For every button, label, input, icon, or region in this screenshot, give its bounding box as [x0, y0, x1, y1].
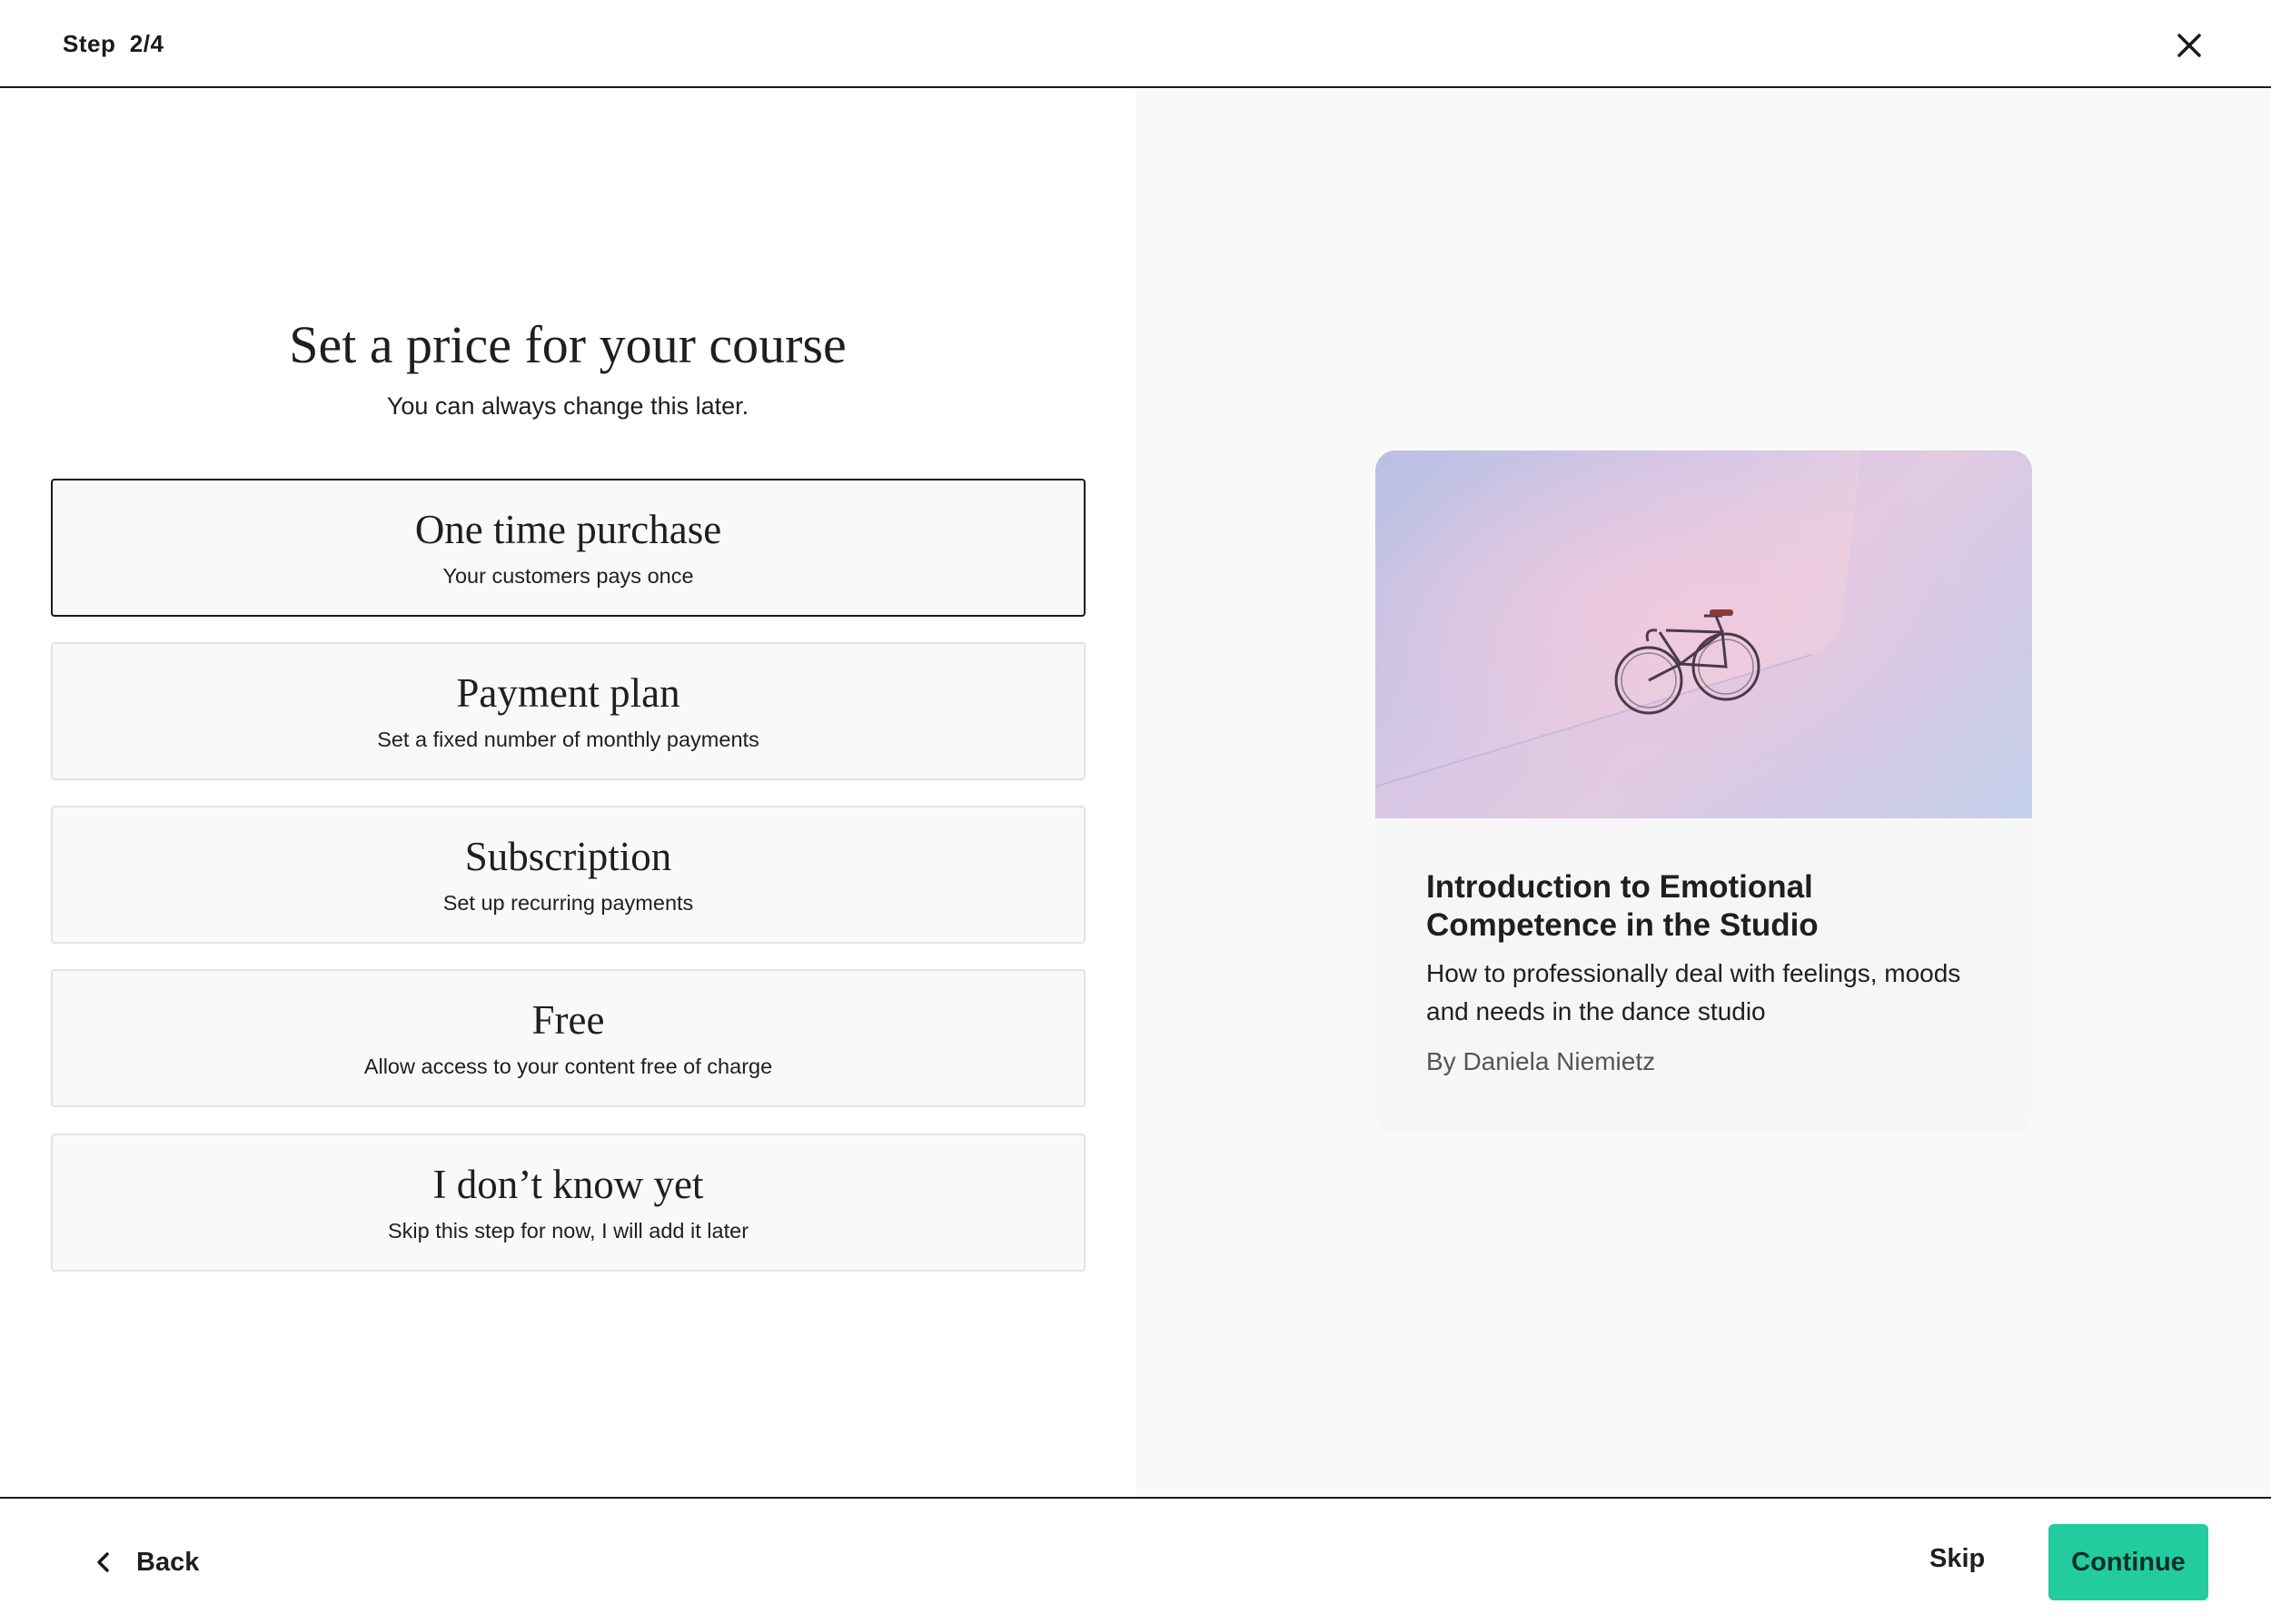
option-title: Subscription: [464, 834, 672, 879]
step-indicator: Step 2/4: [63, 30, 164, 57]
option-subscription[interactable]: Subscription Set up recurring payments: [51, 806, 1086, 944]
option-description: Skip this step for now, I will add it la…: [387, 1219, 749, 1243]
bottom-bar: Back Skip Continue: [0, 1497, 2271, 1624]
option-title: I don’t know yet: [432, 1162, 704, 1207]
chevron-left-icon: [97, 1552, 109, 1572]
option-payment-plan[interactable]: Payment plan Set a fixed number of month…: [51, 642, 1086, 780]
option-description: Your customers pays once: [442, 564, 694, 588]
option-title: Free: [531, 997, 605, 1043]
top-bar: Step 2/4: [0, 0, 2271, 88]
back-label: Back: [136, 1547, 200, 1577]
skip-button[interactable]: Skip: [1929, 1544, 1985, 1574]
continue-button[interactable]: Continue: [2048, 1524, 2208, 1600]
course-title: Introduction to Emotional Competence in …: [1426, 869, 1819, 943]
pricing-panel: Set a price for your course You can alwa…: [0, 89, 1136, 1497]
option-description: Set up recurring payments: [442, 891, 694, 915]
option-description: Allow access to your content free of cha…: [363, 1055, 773, 1078]
back-button[interactable]: Back: [91, 1544, 199, 1580]
close-icon[interactable]: [2171, 27, 2207, 64]
course-description: How to professionally deal with feelings…: [1426, 959, 1961, 1025]
course-author: By Daniela Niemietz: [1426, 1047, 1656, 1075]
course-cover-image: [1375, 451, 2032, 818]
option-free[interactable]: Free Allow access to your content free o…: [51, 969, 1086, 1107]
course-preview-card: Introduction to Emotional Competence in …: [1375, 451, 2032, 1134]
option-title: Payment plan: [456, 670, 680, 716]
option-description: Set a fixed number of monthly payments: [377, 728, 759, 751]
page-subtitle: You can always change this later.: [386, 392, 749, 420]
option-one-time-purchase[interactable]: One time purchase Your customers pays on…: [51, 479, 1086, 617]
preview-panel: Introduction to Emotional Competence in …: [1136, 89, 2271, 1497]
page-title: Set a price for your course: [289, 315, 847, 374]
continue-label: Continue: [2071, 1547, 2186, 1577]
option-dont-know-yet[interactable]: I don’t know yet Skip this step for now,…: [51, 1134, 1086, 1272]
option-title: One time purchase: [414, 507, 722, 552]
